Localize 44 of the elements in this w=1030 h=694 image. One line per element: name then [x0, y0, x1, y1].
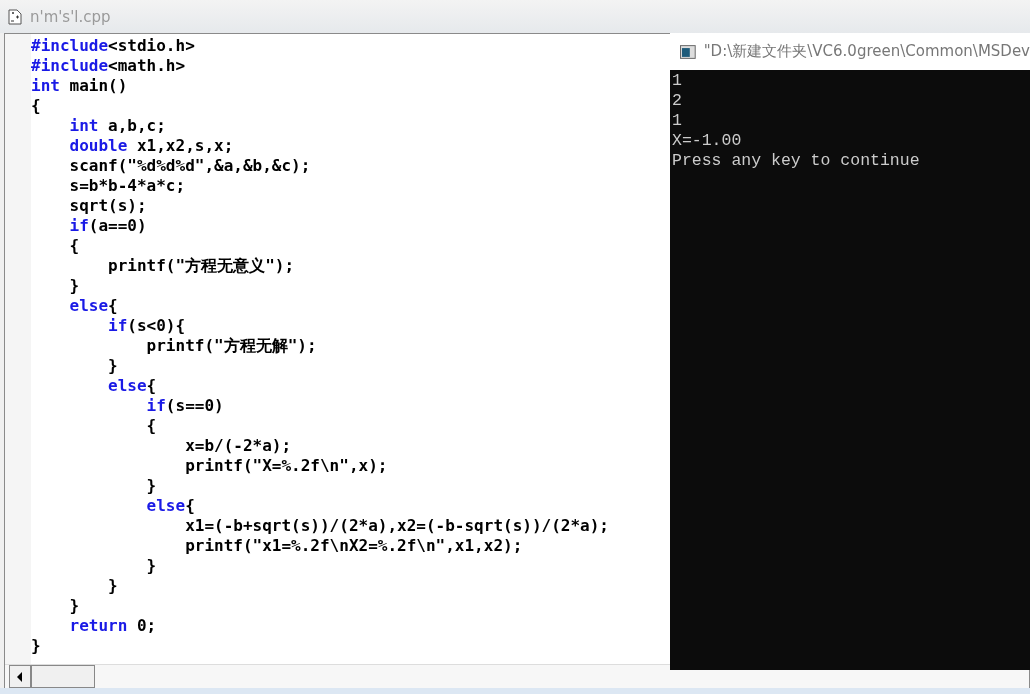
- code-line: }: [68, 596, 80, 616]
- console-icon: [680, 44, 696, 59]
- code-line: int a,b,c;: [68, 116, 166, 136]
- console-output-line: 1: [672, 71, 683, 91]
- code-line: printf("X=%.2f\n",x);: [184, 456, 388, 476]
- code-line: }: [107, 356, 118, 376]
- left-arrow-icon: [17, 671, 23, 682]
- code-line: else{: [68, 296, 118, 316]
- code-line: sqrt(s);: [68, 196, 147, 216]
- code-line: if(a==0): [68, 216, 147, 236]
- code-line: }: [107, 576, 118, 596]
- horizontal-scrollbar[interactable]: [5, 664, 1029, 688]
- code-line: #include<math.h>: [31, 56, 186, 76]
- code-line: {: [145, 416, 157, 436]
- scroll-left-button[interactable]: [9, 665, 31, 688]
- code-line: printf("x1=%.2f\nX2=%.2f\n",x1,x2);: [184, 536, 523, 556]
- document-title[interactable]: n'm's'l.cpp: [30, 7, 111, 26]
- document-icon: [8, 8, 22, 25]
- code-line: printf("方程无解");: [145, 336, 317, 356]
- scroll-thumb[interactable]: [31, 665, 95, 688]
- code-line: }: [145, 556, 157, 576]
- code-line: int main(): [31, 76, 128, 96]
- code-line: x=b/(-2*a);: [184, 436, 292, 456]
- console-output-line: Press any key to continue: [672, 151, 921, 171]
- code-line: s=b*b-4*a*c;: [68, 176, 186, 196]
- code-line: #include<stdio.h>: [31, 36, 195, 56]
- code-line: else{: [107, 376, 157, 396]
- console-output-line: X=-1.00: [672, 131, 743, 151]
- code-line: }: [31, 636, 41, 656]
- console-output-line: 1: [672, 111, 683, 131]
- code-line: scanf("%d%d%d",&a,&b,&c);: [68, 156, 311, 176]
- code-line: if(s<0){: [107, 316, 186, 336]
- code-line: if(s==0): [145, 396, 224, 416]
- console-output-line: 2: [672, 91, 683, 111]
- code-line: double x1,x2,s,x;: [68, 136, 234, 156]
- code-line: }: [68, 276, 80, 296]
- code-line: }: [145, 476, 157, 496]
- code-line: else{: [145, 496, 195, 516]
- code-line: {: [68, 236, 80, 256]
- code-line: printf("方程无意义");: [107, 256, 295, 276]
- code-line: return 0;: [68, 616, 157, 636]
- code-line: x1=(-b+sqrt(s))/(2*a),x2=(-b-sqrt(s))/(2*a);: [184, 516, 609, 536]
- console-title: "D:\新建文件夹\VC6.0green\Common\MSDev: [703, 42, 1030, 61]
- code-line: {: [31, 96, 41, 116]
